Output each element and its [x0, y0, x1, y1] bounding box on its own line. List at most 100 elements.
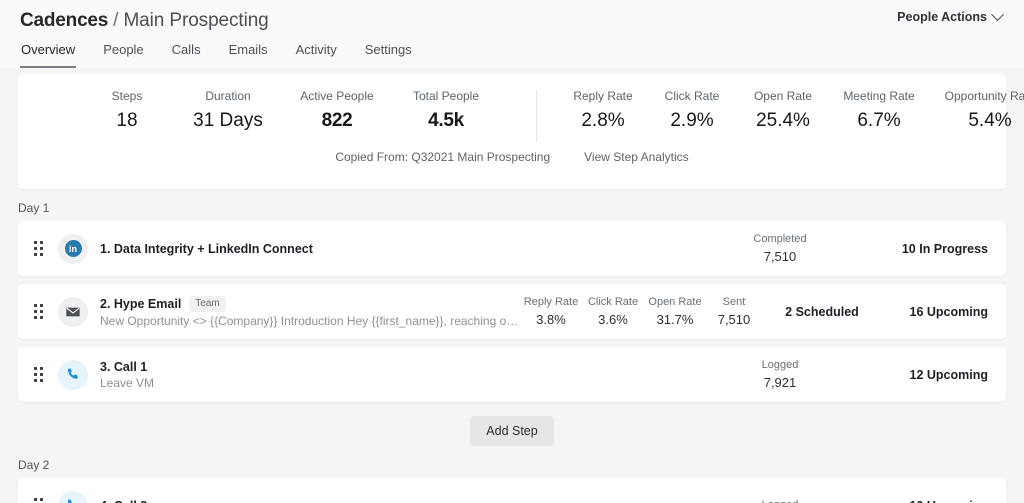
stat-click-rate: Click Rate 2.9%	[647, 88, 737, 135]
status-badge: 10 In Progress	[826, 242, 1006, 256]
drag-handle-icon[interactable]	[34, 367, 56, 382]
linkedin-glyph: in	[65, 240, 82, 257]
tab-settings[interactable]: Settings	[364, 36, 413, 68]
step-metrics: Logged 7,921	[734, 358, 826, 392]
stat-opportunity-rate: Opportunity Rate 5.4%	[929, 88, 1024, 135]
metric-value: 7,921	[736, 373, 824, 392]
stat-duration-label: Duration	[174, 88, 282, 105]
day-label-1: Day 1	[0, 189, 1024, 221]
step-metrics: Completed 7,510	[734, 232, 826, 266]
metric-value: 31.7%	[646, 310, 704, 329]
step-subtitle: New Opportunity <> {{Company}} Introduct…	[100, 314, 520, 328]
chevron-down-icon	[991, 8, 1004, 21]
stat-meeting-rate: Meeting Rate 6.7%	[829, 88, 929, 135]
tab-bar: Overview People Calls Emails Activity Se…	[20, 36, 413, 68]
drag-handle-icon[interactable]	[34, 304, 56, 319]
step-title[interactable]: 1. Data Integrity + LinkedIn Connect	[100, 242, 313, 256]
step-title[interactable]: 4. Call 2	[100, 499, 147, 503]
metric-label: Open Rate	[646, 295, 704, 310]
metric-logged: Logged	[734, 498, 826, 503]
stat-active-people-value: 822	[282, 107, 392, 135]
stat-steps-label: Steps	[80, 88, 174, 105]
add-step-container: Add Step	[0, 410, 1024, 446]
stat-click-rate-value: 2.9%	[647, 107, 737, 135]
breadcrumb-current: Main Prospecting	[123, 9, 268, 33]
step-row[interactable]: 2. Hype Email Team New Opportunity <> {{…	[18, 284, 1006, 339]
stat-active-people-label: Active People	[282, 88, 392, 105]
step-title-row: 2. Hype Email Team	[100, 296, 520, 312]
metric-open-rate: Open Rate 31.7%	[644, 295, 706, 329]
metric-label: Reply Rate	[522, 295, 580, 310]
drag-handle-icon[interactable]	[34, 498, 56, 503]
status-badge: 16 Upcoming	[882, 305, 1006, 319]
phone-icon	[58, 491, 88, 503]
step-subtitle: Leave VM	[100, 376, 555, 390]
metric-reply-rate: Reply Rate 3.8%	[520, 295, 582, 329]
stat-total-people-value: 4.5k	[392, 107, 500, 135]
step-title[interactable]: 3. Call 1	[100, 360, 147, 374]
envelope-icon	[58, 297, 88, 327]
metric-logged: Logged 7,921	[734, 358, 826, 392]
tab-calls[interactable]: Calls	[171, 36, 202, 68]
metric-value: 7,510	[708, 310, 760, 329]
people-actions-label: People Actions	[897, 10, 987, 24]
stats-divider	[536, 90, 537, 142]
stat-open-rate: Open Rate 25.4%	[737, 88, 829, 135]
people-actions-dropdown[interactable]: People Actions	[897, 10, 1002, 24]
breadcrumb: Cadences / Main Prospecting	[20, 0, 1004, 33]
step-title-row: 3. Call 1	[100, 360, 734, 374]
scheduled-badge: 2 Scheduled	[762, 305, 882, 319]
step-metrics: Logged	[734, 498, 826, 503]
stat-duration: Duration 31 Days	[174, 88, 282, 135]
step-title[interactable]: 2. Hype Email	[100, 297, 181, 311]
tab-overview[interactable]: Overview	[20, 36, 76, 68]
metric-value: 7,510	[736, 247, 824, 266]
tab-emails[interactable]: Emails	[228, 36, 269, 68]
page-header: Cadences / Main Prospecting People Actio…	[0, 0, 1024, 68]
status-badge: 12 Upcoming	[826, 368, 1006, 382]
status-badge: 10 Upcoming	[826, 499, 1006, 503]
metric-label: Click Rate	[584, 295, 642, 310]
tab-activity[interactable]: Activity	[295, 36, 338, 68]
metric-sent: Sent 7,510	[706, 295, 762, 329]
step-row[interactable]: 3. Call 1 Leave VM Logged 7,921 12 Upcom…	[18, 347, 1006, 402]
stats-sub-row: Copied From: Q32021 Main Prospecting Vie…	[18, 150, 1006, 164]
stat-meeting-rate-label: Meeting Rate	[829, 88, 929, 105]
step-title-row: 4. Call 2	[100, 499, 734, 503]
day-label-2: Day 2	[0, 446, 1024, 478]
add-step-button[interactable]: Add Step	[470, 416, 553, 446]
stat-total-people-label: Total People	[392, 88, 500, 105]
copied-from-text[interactable]: Copied From: Q32021 Main Prospecting	[335, 150, 550, 164]
step-main: 4. Call 2	[100, 499, 734, 503]
metric-label: Logged	[736, 498, 824, 503]
stats-row: Steps 18 Duration 31 Days Active People …	[18, 74, 1006, 142]
metric-value: 3.6%	[584, 310, 642, 329]
stat-steps-value: 18	[80, 107, 174, 135]
metric-label: Completed	[736, 232, 824, 247]
stat-click-rate-label: Click Rate	[647, 88, 737, 105]
step-metrics: Reply Rate 3.8% Click Rate 3.6% Open Rat…	[520, 295, 762, 329]
stat-total-people: Total People 4.5k	[392, 88, 500, 135]
stat-reply-rate-value: 2.8%	[559, 107, 647, 135]
step-main: 1. Data Integrity + LinkedIn Connect	[100, 242, 734, 256]
stat-reply-rate: Reply Rate 2.8%	[559, 88, 647, 135]
stat-steps: Steps 18	[80, 88, 174, 135]
metric-label: Sent	[708, 295, 760, 310]
step-main: 3. Call 1 Leave VM	[100, 360, 734, 390]
stat-reply-rate-label: Reply Rate	[559, 88, 647, 105]
phone-icon	[58, 360, 88, 390]
cadence-stats-card: Steps 18 Duration 31 Days Active People …	[18, 74, 1006, 189]
stat-open-rate-value: 25.4%	[737, 107, 829, 135]
view-step-analytics-link[interactable]: View Step Analytics	[584, 150, 689, 164]
metric-completed: Completed 7,510	[734, 232, 826, 266]
metric-value: 3.8%	[522, 310, 580, 329]
breadcrumb-root-link[interactable]: Cadences	[20, 9, 108, 33]
team-badge: Team	[189, 296, 225, 312]
tab-people[interactable]: People	[102, 36, 144, 68]
drag-handle-icon[interactable]	[34, 241, 56, 256]
step-row[interactable]: 4. Call 2 Logged 10 Upcoming	[18, 478, 1006, 503]
stat-open-rate-label: Open Rate	[737, 88, 829, 105]
step-row[interactable]: in 1. Data Integrity + LinkedIn Connect …	[18, 221, 1006, 276]
stat-meeting-rate-value: 6.7%	[829, 107, 929, 135]
stat-active-people: Active People 822	[282, 88, 392, 135]
